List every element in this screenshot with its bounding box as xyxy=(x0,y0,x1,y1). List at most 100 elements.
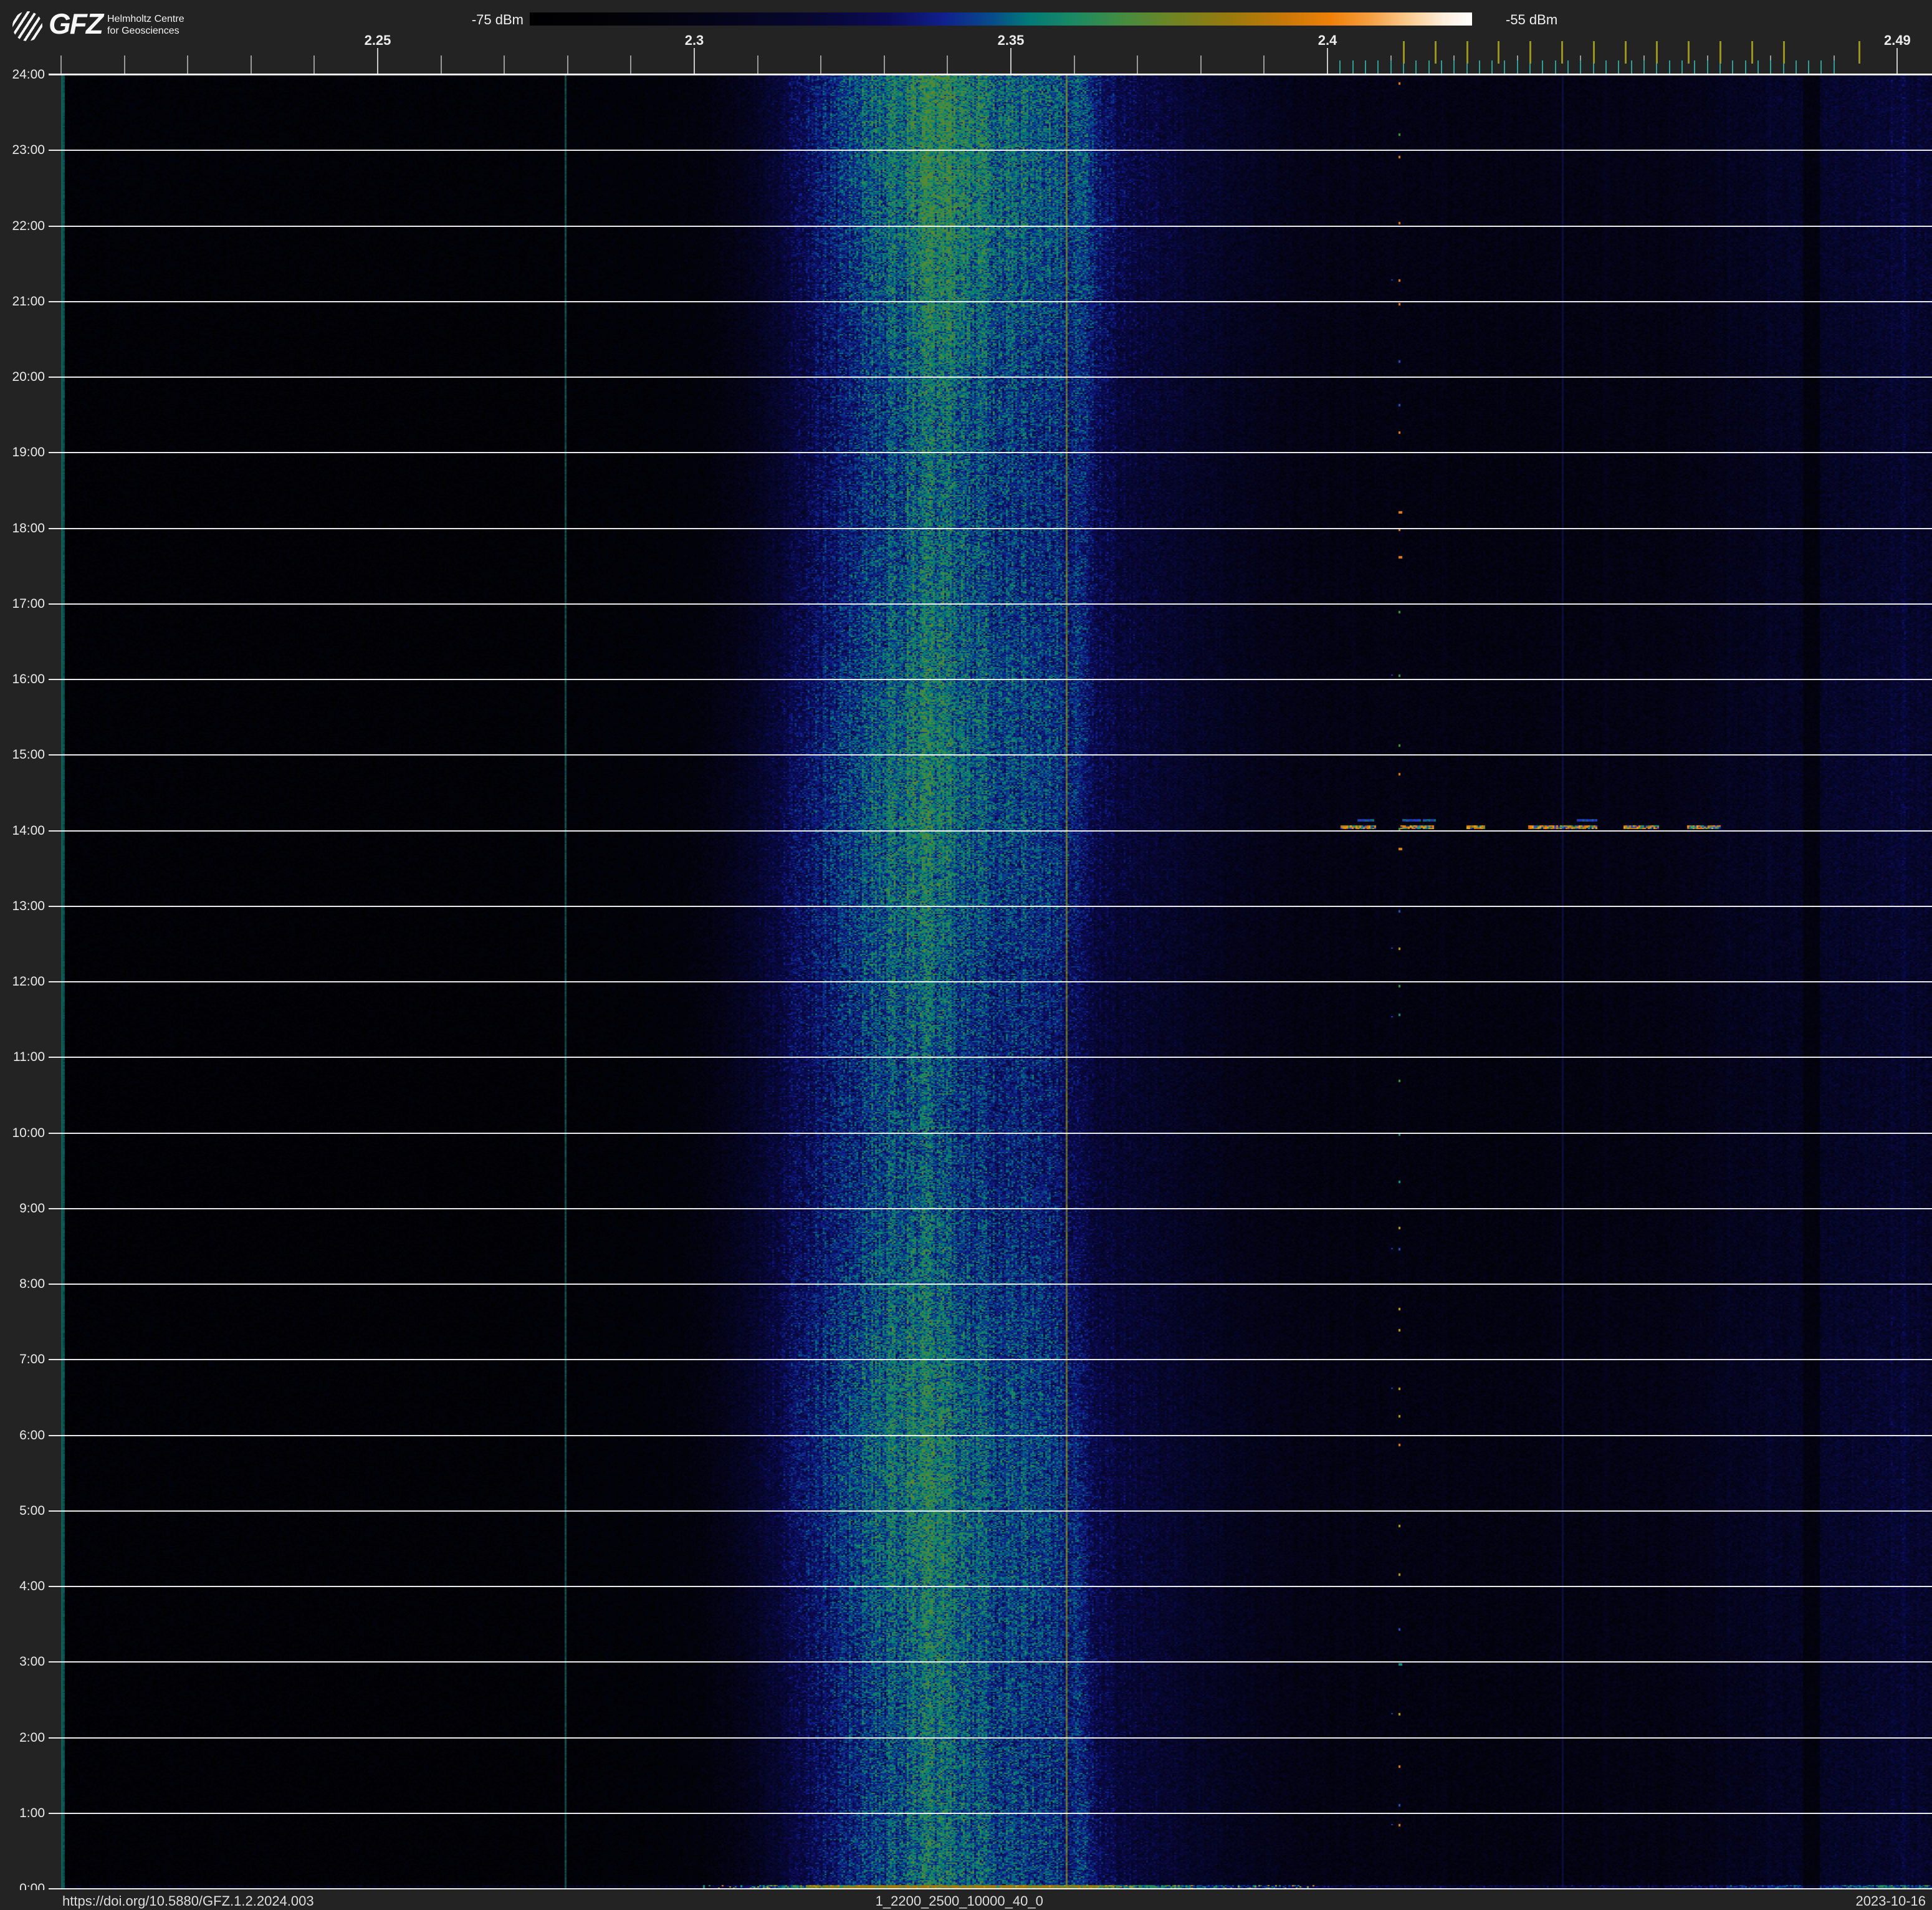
time-tick-label: 23:00 xyxy=(12,143,45,158)
bluetooth-channel-tick xyxy=(1605,60,1607,74)
footer-bar: https://doi.org/10.5880/GFZ.1.2.2024.003… xyxy=(0,1890,1932,1910)
freq-tick xyxy=(1073,55,1075,74)
hour-gridline xyxy=(49,1661,1932,1663)
freq-tick xyxy=(504,55,505,74)
bluetooth-channel-tick xyxy=(1681,60,1683,74)
time-tick-label: 7:00 xyxy=(19,1352,45,1367)
time-tick-label: 17:00 xyxy=(12,596,45,611)
freq-tick xyxy=(440,55,442,74)
hour-gridline xyxy=(49,1207,1932,1209)
time-tick-label: 2:00 xyxy=(19,1730,45,1745)
freq-tick xyxy=(1263,55,1265,74)
hour-gridline xyxy=(49,1132,1932,1134)
hour-gridline xyxy=(49,754,1932,756)
bluetooth-channel-tick xyxy=(1453,60,1455,74)
wifi-channel-tick xyxy=(1592,41,1595,64)
time-tick-label: 13:00 xyxy=(12,898,45,913)
hour-gridline xyxy=(49,1737,1932,1739)
time-tick-label: 22:00 xyxy=(12,218,45,233)
freq-tick xyxy=(883,55,885,74)
time-tick-label: 21:00 xyxy=(12,294,45,309)
wifi-channel-tick xyxy=(1624,41,1627,64)
wifi-channel-tick xyxy=(1466,41,1468,64)
hour-gridline xyxy=(49,300,1932,302)
bluetooth-channel-tick xyxy=(1428,60,1430,74)
freq-tick-label: 2.4 xyxy=(1317,32,1337,48)
wifi-channel-tick xyxy=(1498,41,1500,64)
wifi-channel-tick xyxy=(1688,41,1690,64)
bluetooth-channel-tick xyxy=(1542,60,1544,74)
freq-tick xyxy=(757,55,758,74)
hour-gridline xyxy=(49,981,1932,982)
hour-gridline xyxy=(49,1812,1932,1814)
bluetooth-channel-tick xyxy=(1339,60,1341,74)
freq-tick xyxy=(187,55,189,74)
hour-gridline xyxy=(49,905,1932,907)
freq-tick-label: 2.49 xyxy=(1883,32,1911,48)
bluetooth-channel-tick xyxy=(1516,60,1518,74)
bluetooth-channel-tick xyxy=(1820,60,1822,74)
wifi-channel-tick xyxy=(1529,41,1532,64)
hour-gridline xyxy=(49,1510,1932,1512)
logo-org-name: Helmholtz Centre for Geosciences xyxy=(107,13,184,37)
time-tick-label: 12:00 xyxy=(12,974,45,989)
freq-tick xyxy=(1200,55,1202,74)
bluetooth-channel-tick xyxy=(1491,60,1493,74)
hour-gridline xyxy=(49,1586,1932,1587)
freq-tick xyxy=(694,48,695,74)
hour-gridline xyxy=(49,1057,1932,1058)
bluetooth-channel-tick xyxy=(1694,60,1696,74)
freq-tick xyxy=(567,55,568,74)
wifi-channel-tick xyxy=(1434,41,1437,64)
time-tick-label: 20:00 xyxy=(12,370,45,384)
hour-gridline xyxy=(49,452,1932,454)
hour-gridline xyxy=(49,603,1932,605)
bluetooth-channel-tick xyxy=(1440,60,1442,74)
logo-org-line2: for Geosciences xyxy=(107,26,179,36)
freq-tick-label: 2.35 xyxy=(997,32,1025,48)
time-tick-label: 16:00 xyxy=(12,672,45,686)
spectrogram-page: GFZ Helmholtz Centre for Geosciences -75… xyxy=(0,0,1932,1910)
gfz-globe-icon xyxy=(12,11,42,41)
bluetooth-channel-tick xyxy=(1567,60,1569,74)
bluetooth-channel-tick xyxy=(1352,60,1354,74)
time-tick-label: 8:00 xyxy=(19,1277,45,1291)
freq-tick xyxy=(313,55,315,74)
hour-gridline xyxy=(49,679,1932,680)
time-tick-label: 19:00 xyxy=(12,445,45,460)
freq-tick xyxy=(60,55,62,74)
dataset-name: 1_2200_2500_10000_40_0 xyxy=(875,1893,1043,1909)
freq-tick-label: 2.3 xyxy=(684,32,704,48)
time-tick-label: 14:00 xyxy=(12,823,45,838)
time-tick-label: 6:00 xyxy=(19,1428,45,1442)
hour-gridline xyxy=(49,830,1932,832)
wifi-channel-tick xyxy=(1858,41,1861,64)
time-tick-label: 11:00 xyxy=(13,1050,45,1065)
freq-tick xyxy=(820,55,822,74)
time-tick-label: 15:00 xyxy=(12,747,45,762)
bluetooth-channel-tick xyxy=(1706,60,1708,74)
bluetooth-channel-tick xyxy=(1390,60,1392,74)
freq-tick xyxy=(1327,48,1328,74)
hour-gridline xyxy=(49,1434,1932,1436)
wifi-channel-tick xyxy=(1719,41,1721,64)
freq-tick-label: 2.25 xyxy=(364,32,391,48)
logo-text: GFZ xyxy=(49,7,103,40)
wifi-channel-tick xyxy=(1402,41,1405,64)
bluetooth-channel-tick xyxy=(1504,60,1506,74)
hour-gridline xyxy=(49,1359,1932,1361)
time-tick-label: 3:00 xyxy=(19,1654,45,1669)
wifi-channel-tick xyxy=(1751,41,1753,64)
time-tick-label: 5:00 xyxy=(19,1503,45,1518)
bluetooth-channel-tick xyxy=(1643,60,1645,74)
time-tick-label: 18:00 xyxy=(12,521,45,535)
bluetooth-channel-tick xyxy=(1732,60,1734,74)
time-tick-label: 9:00 xyxy=(19,1201,45,1216)
bluetooth-channel-tick xyxy=(1744,60,1746,74)
freq-tick xyxy=(123,55,125,74)
hour-gridline xyxy=(49,150,1932,151)
bluetooth-channel-tick xyxy=(1757,60,1759,74)
hour-gridline xyxy=(49,377,1932,378)
time-tick-label: 24:00 xyxy=(12,67,45,82)
bluetooth-channel-tick xyxy=(1618,60,1620,74)
